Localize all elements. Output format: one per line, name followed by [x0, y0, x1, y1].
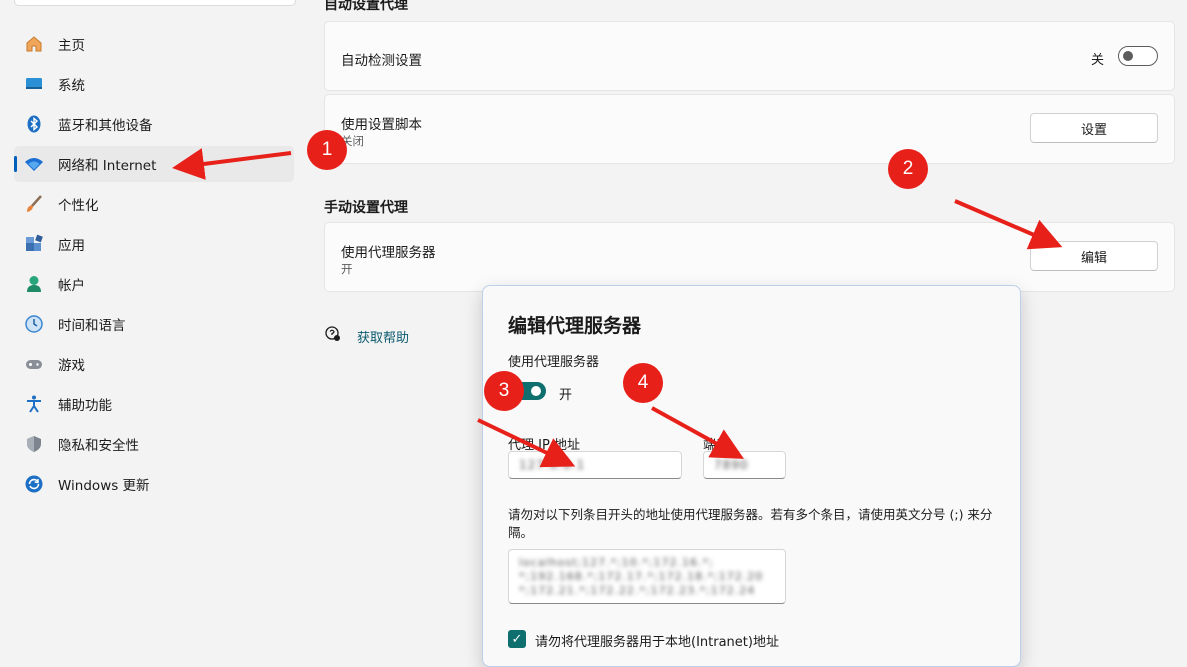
edit-proxy-dialog: 编辑代理服务器 使用代理服务器 开 代理 IP 地址 127.0.0.1 端口 … — [482, 285, 1021, 667]
clock-globe-icon — [24, 314, 44, 334]
sidebar-item-label: 隐私和安全性 — [58, 438, 139, 454]
help-link-row[interactable]: 获取帮助 — [324, 325, 409, 347]
sidebar-item-personalization[interactable]: 个性化 — [14, 186, 294, 222]
dialog-title: 编辑代理服务器 — [508, 315, 642, 337]
help-icon — [324, 325, 342, 347]
setup-script-title: 使用设置脚本 — [341, 117, 422, 133]
setup-button[interactable]: 设置 — [1030, 113, 1158, 143]
update-icon — [24, 474, 44, 494]
use-proxy-label: 使用代理服务器 — [508, 355, 600, 370]
local-bypass-label: 请勿将代理服务器用于本地(Intranet)地址 — [535, 635, 779, 650]
proxy-ip-input[interactable]: 127.0.0.1 — [508, 451, 682, 479]
auto-detect-title: 自动检测设置 — [341, 53, 422, 69]
sidebar-item-label: 个性化 — [58, 198, 99, 214]
sidebar-item-accessibility[interactable]: 辅助功能 — [14, 386, 294, 422]
sidebar-item-label: 主页 — [58, 38, 85, 54]
sidebar-item-time-language[interactable]: 时间和语言 — [14, 306, 294, 342]
search-input[interactable] — [14, 0, 296, 6]
port-value: 7890 — [714, 458, 749, 472]
sidebar-item-system[interactable]: 系统 — [14, 66, 294, 102]
sidebar-item-label: 游戏 — [58, 358, 85, 374]
bluetooth-icon — [24, 114, 44, 134]
accessibility-icon — [24, 394, 44, 414]
checkmark-icon: ✓ — [511, 631, 523, 647]
annotation-badge-4: 4 — [623, 363, 663, 403]
sidebar-item-home[interactable]: 主页 — [14, 26, 294, 62]
proxy-server-title: 使用代理服务器 — [341, 245, 436, 261]
proxy-server-card: 使用代理服务器 开 编辑 — [324, 222, 1175, 292]
setup-script-card: 使用设置脚本 关闭 设置 — [324, 94, 1175, 164]
sidebar-item-label: 时间和语言 — [58, 318, 126, 334]
local-bypass-checkbox[interactable]: ✓ — [508, 630, 526, 648]
exceptions-line: *;172.21.*;172.22.*;172.23.*;172.24 — [519, 584, 756, 597]
auto-detect-state-label: 关 — [1090, 53, 1104, 68]
sidebar-item-label: 网络和 Internet — [58, 158, 157, 174]
exceptions-line: *;192.168.*;172.17.*;172.18.*;172.20 — [519, 570, 764, 583]
home-icon — [24, 34, 44, 54]
sidebar-item-label: 蓝牙和其他设备 — [58, 118, 153, 134]
sidebar-item-label: 应用 — [58, 238, 85, 254]
annotation-badge-1: 1 — [307, 130, 347, 170]
sidebar-item-label: 辅助功能 — [58, 398, 112, 414]
sidebar-item-label: 帐户 — [58, 278, 85, 294]
account-icon — [24, 274, 44, 294]
proxy-ip-value: 127.0.0.1 — [519, 458, 586, 472]
sidebar-item-windows-update[interactable]: Windows 更新 — [14, 466, 294, 502]
sidebar-item-privacy[interactable]: 隐私和安全性 — [14, 426, 294, 462]
auto-detect-toggle[interactable] — [1118, 46, 1158, 66]
sidebar-item-network[interactable]: 网络和 Internet — [14, 146, 294, 182]
sidebar: 主页 系统 蓝牙和其他设备 网络和 Internet 个性化 应用 帐户 时间和… — [14, 26, 294, 506]
shield-icon — [24, 434, 44, 454]
sidebar-item-label: 系统 — [58, 78, 85, 94]
annotation-badge-3: 3 — [484, 371, 524, 411]
section-title-auto-proxy: 自动设置代理 — [324, 0, 408, 13]
sidebar-item-gaming[interactable]: 游戏 — [14, 346, 294, 382]
sidebar-item-apps[interactable]: 应用 — [14, 226, 294, 262]
port-input[interactable]: 7890 — [703, 451, 786, 479]
exceptions-description: 请勿对以下列条目开头的地址使用代理服务器。若有多个条目，请使用英文分号 (;) … — [508, 507, 993, 540]
exceptions-line: localhost;127.*;10.*;172.16.*; — [519, 556, 714, 569]
annotation-badge-2: 2 — [888, 149, 928, 189]
gamepad-icon — [24, 354, 44, 374]
apps-icon — [24, 234, 44, 254]
wifi-icon — [24, 154, 44, 174]
brush-icon — [24, 194, 44, 214]
edit-button[interactable]: 编辑 — [1030, 241, 1158, 271]
auto-detect-card: 自动检测设置 关 — [324, 21, 1175, 91]
help-link[interactable]: 获取帮助 — [357, 327, 409, 346]
use-proxy-state: 开 — [559, 388, 573, 403]
sidebar-item-accounts[interactable]: 帐户 — [14, 266, 294, 302]
sidebar-item-bluetooth[interactable]: 蓝牙和其他设备 — [14, 106, 294, 142]
system-icon — [24, 74, 44, 94]
sidebar-item-label: Windows 更新 — [58, 478, 150, 494]
exceptions-textarea[interactable]: localhost;127.*;10.*;172.16.*; *;192.168… — [508, 549, 786, 604]
section-title-manual-proxy: 手动设置代理 — [324, 200, 408, 216]
proxy-server-status: 开 — [341, 262, 353, 276]
